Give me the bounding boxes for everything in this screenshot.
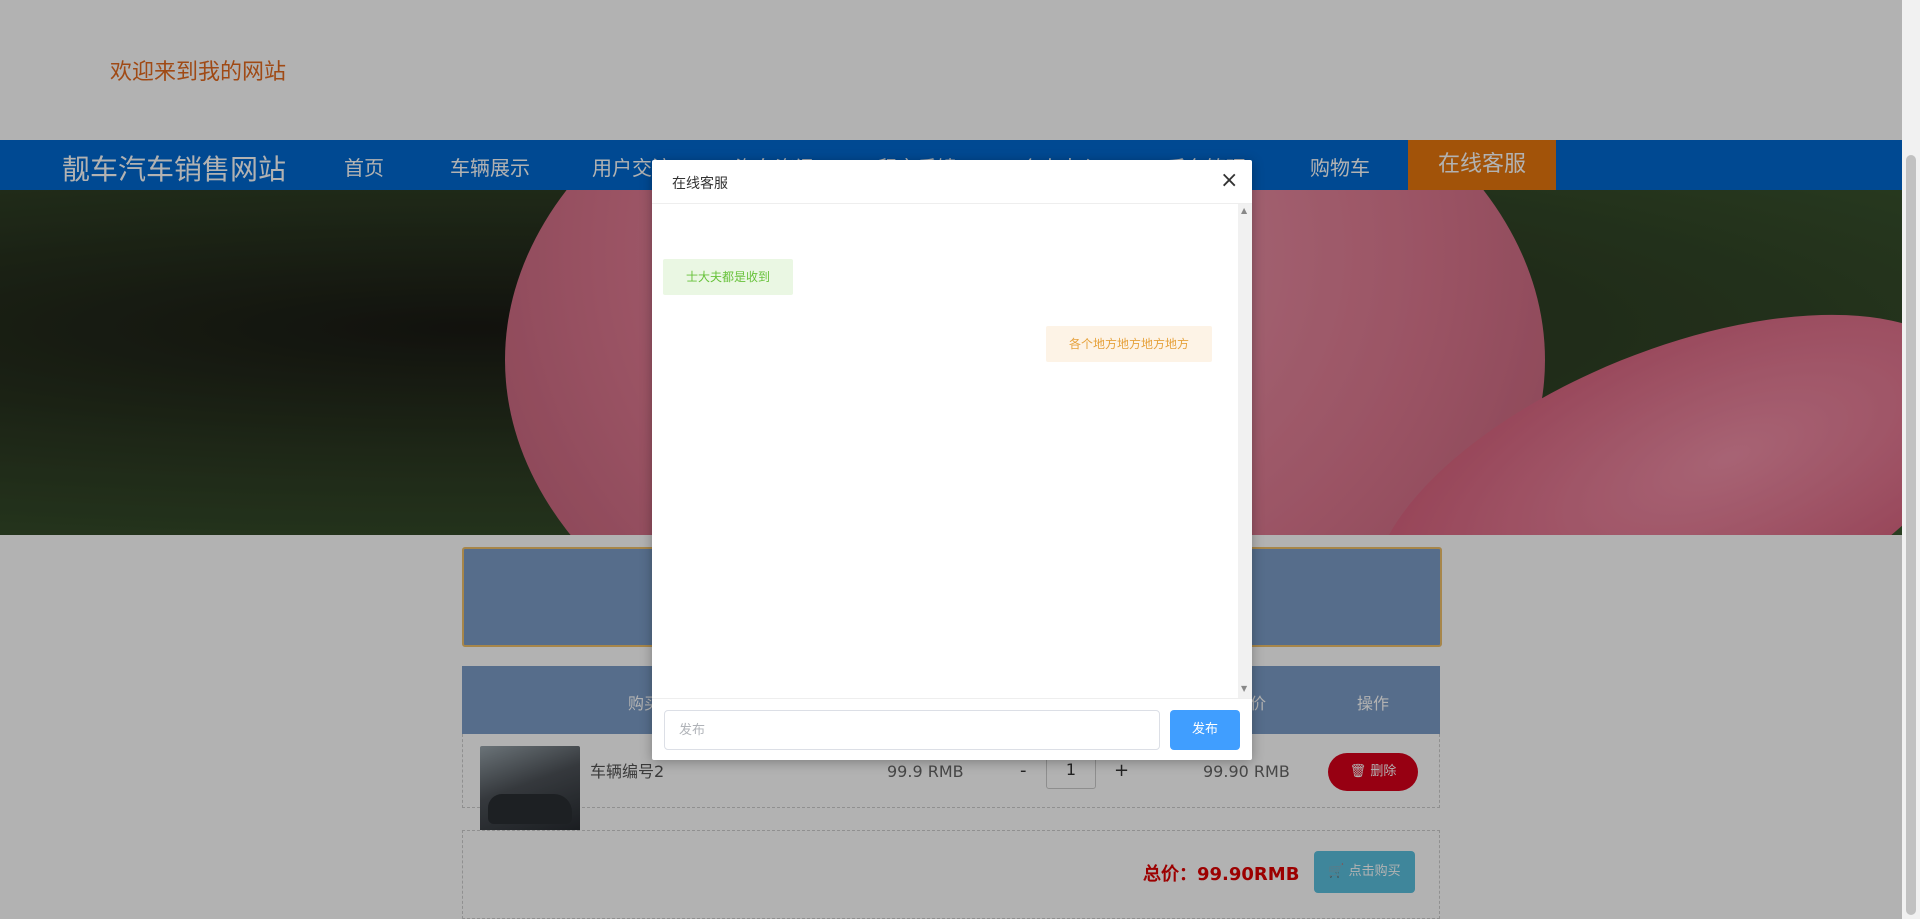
scrollbar-thumb[interactable] <box>1906 155 1916 915</box>
chat-scrollbar[interactable]: ▲ ▼ <box>1238 204 1252 698</box>
send-button[interactable]: 发布 <box>1170 710 1240 750</box>
close-icon[interactable]: × <box>1220 170 1238 192</box>
dialog-title: 在线客服 <box>672 176 728 192</box>
chat-message-sent: 各个地方地方地方地方 <box>1045 326 1212 362</box>
dialog-footer: 发布 <box>652 698 1252 760</box>
chat-message-received: 士大夫都是收到 <box>663 259 794 295</box>
chat-input[interactable] <box>664 710 1160 750</box>
scroll-up-icon[interactable]: ▲ <box>1241 206 1247 215</box>
online-service-dialog: 在线客服 × 士大夫都是收到 各个地方地方地方地方 ▲ ▼ 发布 <box>652 160 1252 760</box>
chat-messages: 士大夫都是收到 各个地方地方地方地方 <box>652 204 1238 698</box>
dialog-header: 在线客服 × <box>652 160 1252 204</box>
scroll-down-icon[interactable]: ▼ <box>1241 684 1247 693</box>
page-scrollbar[interactable] <box>1902 0 1920 919</box>
